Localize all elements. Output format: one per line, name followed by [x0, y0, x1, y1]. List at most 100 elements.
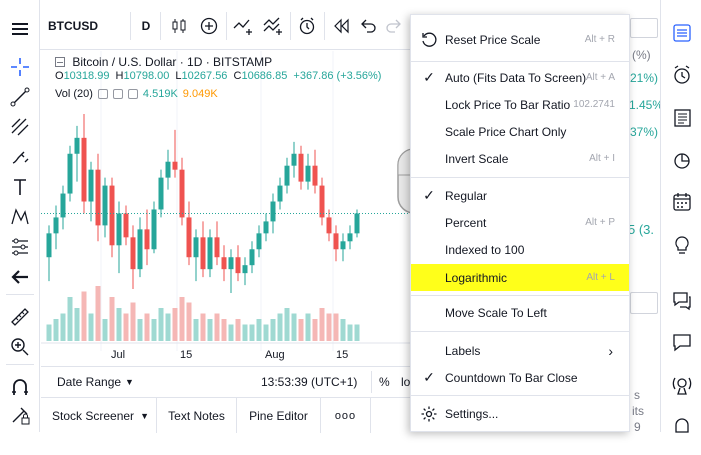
candle [60, 185, 66, 230]
data-window-icon[interactable] [666, 103, 697, 133]
add-indicator-icon[interactable] [196, 13, 222, 39]
tab-text-notes[interactable]: Text Notes [157, 398, 237, 433]
crosshair-icon[interactable] [5, 54, 35, 80]
interval-button[interactable]: D [136, 13, 156, 39]
panel-button[interactable] [630, 292, 658, 314]
watchlist-value: 5 (3. [628, 222, 655, 237]
high-value: 10798.00 [123, 70, 170, 82]
change-value: +367.86 (+3.56%) [293, 70, 382, 82]
top-toolbar: BTCUSD D [40, 0, 410, 50]
hotlist-icon[interactable] [666, 145, 697, 175]
candle [95, 153, 101, 242]
alarm-icon[interactable] [666, 60, 697, 90]
settings-mini-icon[interactable] [112, 89, 123, 99]
menu-icon[interactable] [5, 16, 35, 42]
menu-item-indexed-to-100[interactable]: Indexed to 100 [411, 236, 629, 263]
volume-bar [74, 308, 80, 341]
chat-icon[interactable] [666, 285, 697, 315]
menu-divider [411, 177, 629, 178]
menu-item-invert-scale[interactable]: Invert Scale Alt + I [411, 145, 629, 172]
eye-icon[interactable] [97, 89, 108, 99]
candle [312, 149, 318, 194]
menu-item-label: Indexed to 100 [445, 242, 525, 257]
date-range-button[interactable]: Date Range ▼ [57, 375, 134, 389]
menu-item-countdown-to-bar-close[interactable]: ✓ Countdown To Bar Close [411, 364, 629, 391]
menu-divider [411, 61, 629, 62]
candle [123, 205, 129, 246]
symbol-search[interactable]: BTCUSD [48, 13, 106, 39]
menu-item-auto[interactable]: ✓ Auto (Fits Data To Screen) Alt + A [411, 64, 629, 91]
volume-bar [88, 313, 94, 341]
text-icon[interactable] [5, 174, 35, 200]
volume-bar [130, 302, 136, 341]
tab-pine-editor[interactable]: Pine Editor [237, 398, 321, 433]
pattern-icon[interactable] [5, 204, 35, 230]
volume-bar [95, 286, 101, 341]
volume-bar [256, 319, 262, 341]
percent-toggle[interactable]: % [379, 375, 390, 389]
menu-item-label: Lock Price To Bar Ratio [445, 97, 571, 112]
zoom-in-icon[interactable] [5, 334, 35, 360]
menu-item-scale-price-chart-only[interactable]: Scale Price Chart Only [411, 118, 629, 145]
calendar-icon[interactable] [666, 187, 697, 217]
arrow-left-icon[interactable] [5, 264, 35, 290]
log-toggle[interactable]: lo [401, 375, 410, 389]
candle [165, 149, 171, 190]
trend-line-icon[interactable] [5, 84, 35, 110]
menu-item-settings[interactable]: Settings... [411, 400, 629, 427]
messages-icon[interactable] [666, 327, 697, 357]
tab-label: Stock Screener [52, 408, 135, 423]
menu-item-shortcut: Alt + P [585, 217, 615, 228]
volume-bar [242, 324, 248, 341]
menu-item-labels[interactable]: Labels › [411, 337, 629, 364]
fib-icon[interactable] [5, 114, 35, 140]
menu-divider [411, 395, 629, 396]
replay-icon[interactable] [328, 13, 354, 39]
magnet-icon[interactable] [5, 374, 35, 400]
ruler-icon[interactable] [5, 304, 35, 330]
menu-item-lock-price-to-bar-ratio[interactable]: Lock Price To Bar Ratio 102.2741 [411, 91, 629, 118]
toolbar-divider [6, 364, 34, 365]
candle-style-icon[interactable] [166, 13, 192, 39]
candle [207, 229, 213, 278]
chart-pane[interactable]: Jul 15 Aug 15 Bitcoin / U.S. Dollar · 1D · … [41, 51, 410, 365]
date-range-label: Date Range [57, 375, 122, 389]
volume-bar [67, 297, 73, 341]
menu-item-label: Move Scale To Left [445, 305, 547, 320]
menu-item-label: Reset Price Scale [445, 32, 541, 47]
brush-icon[interactable] [5, 144, 35, 170]
undo-icon[interactable] [356, 13, 380, 39]
menu-item-logarithmic[interactable]: Logarithmic Alt + L [411, 264, 629, 291]
lock-drawings-icon[interactable] [5, 402, 35, 428]
candle [130, 225, 136, 290]
list-icon[interactable] [630, 18, 658, 38]
menu-item-regular[interactable]: ✓ Regular [411, 182, 629, 209]
menu-item-shortcut: Alt + L [586, 272, 615, 283]
measure-icon[interactable] [5, 234, 35, 260]
watchlist-value: (%) [632, 48, 651, 62]
watchlist-text: 9 [634, 420, 641, 434]
compare-icon[interactable] [260, 13, 286, 39]
indicators-icon[interactable] [230, 13, 256, 39]
alert-icon[interactable] [294, 13, 320, 39]
menu-item-move-scale-to-left[interactable]: Move Scale To Left [411, 299, 629, 326]
close-mini-icon[interactable] [127, 89, 138, 99]
ideas-icon[interactable] [666, 230, 697, 260]
clock-display[interactable]: 13:53:39 (UTC+1) [261, 375, 357, 389]
menu-item-percent[interactable]: Percent Alt + P [411, 209, 629, 236]
volume-value: 4.519K [142, 88, 178, 100]
menu-item-reset-price-scale[interactable]: Reset Price Scale Alt + R [411, 26, 629, 53]
notifications-icon[interactable] [666, 410, 697, 440]
volume-bar [109, 297, 115, 341]
watchlist-text: s [634, 388, 640, 402]
low-value: 10267.56 [181, 70, 228, 82]
redo-icon[interactable] [382, 13, 406, 39]
tab-stock-screener[interactable]: Stock Screener ▼ [45, 398, 157, 433]
candle [109, 177, 115, 258]
streams-icon[interactable] [666, 370, 697, 400]
collapse-icon[interactable] [55, 57, 65, 67]
more-tabs-button[interactable]: ooo [321, 398, 371, 433]
candle [214, 221, 220, 266]
candle [74, 125, 80, 182]
watchlist-icon[interactable] [666, 18, 697, 48]
